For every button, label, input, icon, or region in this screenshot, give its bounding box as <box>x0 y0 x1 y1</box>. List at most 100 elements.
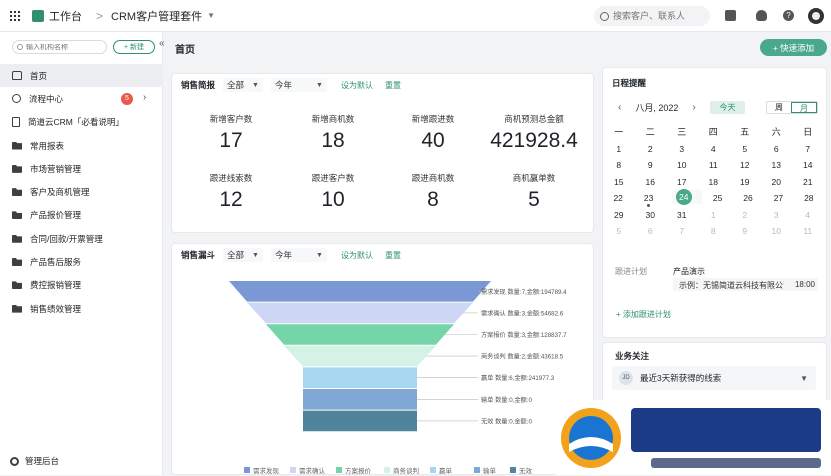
calendar-day[interactable]: 1 <box>698 207 730 224</box>
calendar-day[interactable]: 8 <box>698 223 730 240</box>
scope-select[interactable]: 全部 ▼ <box>223 78 263 92</box>
calendar-day[interactable]: 19 <box>729 174 761 191</box>
next-month-icon[interactable]: › <box>692 102 695 113</box>
funnel-segment-3[interactable] <box>284 345 436 367</box>
global-search-input[interactable] <box>613 11 703 21</box>
calendar-day[interactable]: 10 <box>761 223 793 240</box>
chevron-down-icon[interactable]: ▼ <box>207 11 215 20</box>
sidebar-item-flow-center[interactable]: 流程中心 5 › <box>0 87 163 110</box>
calendar-day[interactable]: 20 <box>761 174 793 191</box>
legend-entry[interactable]: 商务谈判 <box>393 466 419 475</box>
workspace-link[interactable]: 工作台 <box>49 8 82 24</box>
sidebar-item-reports[interactable]: 常用报表 <box>0 134 163 157</box>
set-default-link[interactable]: 设为默认 <box>341 80 373 91</box>
app-name[interactable]: CRM客户管理套件 <box>111 8 202 24</box>
calendar-day[interactable]: 5 <box>603 223 635 240</box>
sidebar-item-marketing[interactable]: 市场营销管理 <box>0 157 163 180</box>
legend-entry[interactable]: 需求确认 <box>299 466 326 475</box>
funnel-segment-0[interactable] <box>229 281 491 302</box>
calendar-day[interactable]: 17 <box>666 174 698 191</box>
message-icon[interactable] <box>725 10 736 21</box>
sidebar-item-customers[interactable]: 客户及商机管理 <box>0 180 163 203</box>
calendar-day[interactable]: 3 <box>761 207 793 224</box>
calendar-day[interactable]: 4 <box>698 141 730 158</box>
calendar-day[interactable]: 7 <box>666 223 698 240</box>
sidebar-search[interactable] <box>12 40 107 54</box>
calendar-day[interactable]: 10 <box>666 157 698 174</box>
calendar-day[interactable]: 6 <box>761 141 793 158</box>
calendar-day[interactable]: 21 <box>792 174 824 191</box>
calendar-day[interactable]: 6 <box>635 223 667 240</box>
reset-link[interactable]: 重置 <box>385 80 401 91</box>
calendar-day[interactable]: 26 <box>733 190 763 207</box>
sidebar-item-contracts[interactable]: 合同/回款/开票管理 <box>0 227 163 250</box>
legend-entry[interactable]: 需求发现 <box>253 466 280 475</box>
calendar-day[interactable]: 5 <box>729 141 761 158</box>
notification-icon[interactable] <box>756 10 767 21</box>
calendar-day[interactable]: 30 <box>635 207 667 224</box>
period-select[interactable]: 今年 ▼ <box>270 78 327 92</box>
calendar-day[interactable]: 14 <box>792 157 824 174</box>
collapse-sidebar-icon[interactable]: « <box>159 38 165 49</box>
calendar-day[interactable]: 8 <box>603 157 635 174</box>
funnel-segment-4[interactable] <box>303 367 417 388</box>
prev-month-icon[interactable]: ‹ <box>618 102 621 113</box>
funnel-segment-1[interactable] <box>247 302 473 324</box>
month-view-button[interactable]: 月 <box>791 102 817 113</box>
new-button[interactable]: + 新建 <box>113 40 155 54</box>
calendar-day[interactable]: 27 <box>763 190 793 207</box>
help-icon[interactable]: ? <box>783 10 794 21</box>
calendar-day[interactable]: 11 <box>698 157 730 174</box>
calendar-day[interactable]: 13 <box>761 157 793 174</box>
calendar-day[interactable]: 2 <box>635 141 667 158</box>
calendar-day[interactable]: 9 <box>635 157 667 174</box>
avatar[interactable] <box>808 8 824 24</box>
calendar-day[interactable]: 9 <box>729 223 761 240</box>
calendar-day[interactable]: 4 <box>792 207 824 224</box>
apps-grid-icon[interactable] <box>10 10 20 21</box>
sidebar-item-home[interactable]: 首页 <box>0 64 163 88</box>
set-default-link[interactable]: 设为默认 <box>341 250 373 261</box>
calendar-day[interactable]: 2 <box>729 207 761 224</box>
quick-add-button[interactable]: + 快速添加 <box>760 39 827 56</box>
funnel-segment-6[interactable] <box>303 410 417 432</box>
calendar-day[interactable]: 1 <box>603 141 635 158</box>
calendar-day[interactable]: 11 <box>792 223 824 240</box>
funnel-segment-5[interactable] <box>303 389 417 410</box>
calendar-day[interactable]: 31 <box>666 207 698 224</box>
legend-entry[interactable]: 方案报价 <box>345 466 372 475</box>
admin-link[interactable]: 管理后台 <box>10 455 59 467</box>
calendar-day[interactable]: 18 <box>698 174 730 191</box>
sidebar-item-expenses[interactable]: 费控报销管理 <box>0 274 163 297</box>
calendar-day[interactable]: 7 <box>792 141 824 158</box>
business-focus-select[interactable]: JD 最近3天新获得的线索 ▼ <box>612 366 816 390</box>
calendar-day[interactable]: 22 <box>603 190 633 207</box>
global-search[interactable] <box>594 6 710 26</box>
calendar-day[interactable]: 25 <box>702 190 732 207</box>
sidebar-search-input[interactable] <box>26 43 104 51</box>
sidebar-item-aftersales[interactable]: 产品售后服务 <box>0 250 163 273</box>
period-select[interactable]: 今年 ▼ <box>270 248 327 262</box>
sidebar-item-quotes[interactable]: 产品报价管理 <box>0 204 163 227</box>
calendar-day[interactable]: 29 <box>603 207 635 224</box>
add-followup-plan-link[interactable]: + 添加跟进计划 <box>616 309 671 320</box>
today-button[interactable]: 今天 <box>710 101 745 114</box>
legend-entry[interactable]: 无效 <box>519 466 533 475</box>
calendar-day[interactable]: 24 <box>671 189 703 205</box>
plan-entry[interactable]: 示例：无锡简道云科技有限公司 18:00 <box>673 278 818 291</box>
calendar-day[interactable]: 3 <box>666 141 698 158</box>
chevron-right-icon[interactable]: › <box>143 92 146 103</box>
calendar-day[interactable]: 28 <box>794 190 824 207</box>
sidebar-item-performance[interactable]: 销售绩效管理 <box>0 297 163 320</box>
reset-link[interactable]: 重置 <box>385 250 401 261</box>
funnel-segment-2[interactable] <box>266 324 454 345</box>
legend-entry[interactable]: 赢单 <box>439 466 453 475</box>
scope-select[interactable]: 全部 ▼ <box>223 248 263 262</box>
calendar-day[interactable]: 23 <box>633 190 663 207</box>
sidebar-item-crm-guide[interactable]: 简道云CRM「必看说明」 <box>0 111 163 134</box>
legend-entry[interactable]: 输单 <box>483 466 497 475</box>
calendar-day[interactable]: 15 <box>603 174 635 191</box>
week-view-button[interactable]: 周 <box>767 102 791 113</box>
calendar-day[interactable]: 12 <box>729 157 761 174</box>
calendar-day[interactable]: 16 <box>635 174 667 191</box>
